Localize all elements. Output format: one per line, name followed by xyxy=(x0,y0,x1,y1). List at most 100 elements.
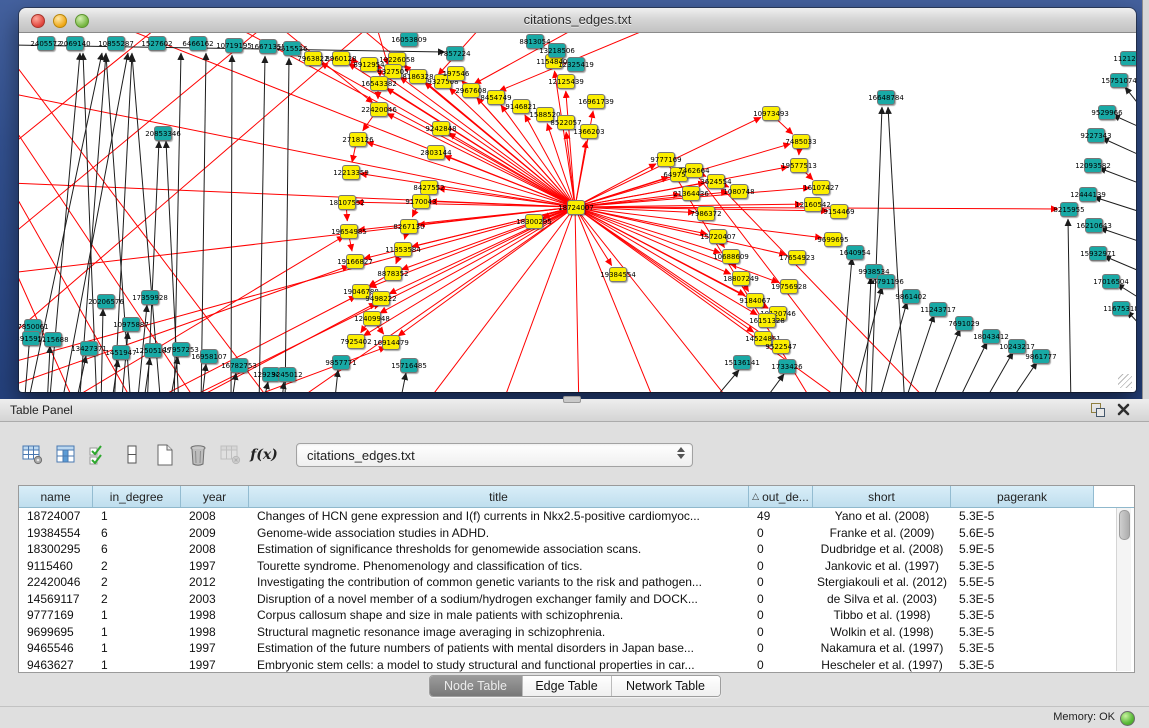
graph-node[interactable]: 19654985 xyxy=(340,224,358,239)
graph-node[interactable]: 1640954 xyxy=(846,245,864,260)
graph-node[interactable]: 7485033 xyxy=(792,134,810,149)
graph-node[interactable]: 8522057 xyxy=(557,115,575,130)
graph-node[interactable]: 15932971 xyxy=(1089,246,1107,261)
graph-node[interactable]: 9861402 xyxy=(902,289,920,304)
graph-node[interactable]: 18043412 xyxy=(982,329,1000,344)
graph-node[interactable]: 9699695 xyxy=(824,232,842,247)
graph-node[interactable]: 17016504 xyxy=(1102,274,1120,289)
graph-node[interactable]: 11243717 xyxy=(929,302,947,317)
row-selection-button[interactable] xyxy=(86,442,112,468)
graph-node[interactable]: 8912954 xyxy=(360,57,378,72)
import-table-button[interactable] xyxy=(218,442,244,468)
scrollbar-thumb[interactable] xyxy=(1119,510,1130,540)
graph-node[interactable]: 10975887 xyxy=(122,317,140,332)
graph-node[interactable]: 8960128 xyxy=(332,51,350,66)
graph-node[interactable]: 9154469 xyxy=(830,204,848,219)
table-row[interactable]: 911546021997Tourette syndrome. Phenomeno… xyxy=(19,558,1134,575)
graph-node[interactable]: 10719195 xyxy=(225,38,243,53)
tab-network-table[interactable]: Network Table xyxy=(612,676,720,696)
graph-node[interactable]: 9227343 xyxy=(1087,128,1105,143)
delete-column-button[interactable] xyxy=(185,442,211,468)
graph-node[interactable]: 7462664 xyxy=(685,163,703,178)
graph-node[interactable]: 16791196 xyxy=(877,274,895,289)
graph-node[interactable]: 6466162 xyxy=(189,36,207,51)
graph-node[interactable]: 1733426 xyxy=(778,359,796,374)
table-row[interactable]: 1830029562008Estimation of significance … xyxy=(19,541,1134,558)
graph-node[interactable]: 2967608 xyxy=(462,83,480,98)
graph-node[interactable]: 21364436 xyxy=(682,186,700,201)
graph-node[interactable]: 8186328 xyxy=(409,69,427,84)
graph-node[interactable]: 16958107 xyxy=(200,349,218,364)
table-row[interactable]: 1456911722003Disruption of a novel membe… xyxy=(19,591,1134,608)
graph-node[interactable]: 9777169 xyxy=(657,152,675,167)
graph-node[interactable]: 16543382 xyxy=(370,76,388,91)
graph-node[interactable]: 9245012 xyxy=(278,367,296,382)
graph-node[interactable]: 19756928 xyxy=(780,279,798,294)
graph-node[interactable]: 13427371 xyxy=(80,341,98,356)
float-panel-icon[interactable] xyxy=(1091,403,1105,417)
new-column-button[interactable] xyxy=(152,442,178,468)
table-row[interactable]: 946362711997Embryonic stem cells: a mode… xyxy=(19,657,1134,674)
table-row[interactable]: 2242004622012Investigating the contribut… xyxy=(19,574,1134,591)
graph-node[interactable]: 18724007 xyxy=(567,200,585,215)
column-header-short[interactable]: short xyxy=(813,486,951,507)
function-builder-button[interactable]: f(x) xyxy=(251,442,277,468)
graph-node[interactable]: 15720407 xyxy=(709,229,727,244)
graph-node[interactable]: 9857771 xyxy=(332,355,350,370)
column-header-in_degree[interactable]: in_degree xyxy=(93,486,181,507)
graph-node[interactable]: 16151328 xyxy=(758,313,776,328)
graph-node[interactable]: 12409948 xyxy=(363,311,381,326)
table-row[interactable]: 1872400712008Changes of HCN gene express… xyxy=(19,508,1134,525)
graph-node[interactable]: 12213359 xyxy=(342,165,360,180)
column-header-name[interactable]: name xyxy=(19,486,93,507)
table-row[interactable]: 1938455462009Genome-wide association stu… xyxy=(19,525,1134,542)
graph-node[interactable]: 1121254 xyxy=(1120,51,1136,66)
table-row[interactable]: 946554611997Estimation of the future num… xyxy=(19,640,1134,657)
graph-node[interactable]: 9522547 xyxy=(772,339,790,354)
graph-node[interactable]: 8267130 xyxy=(400,219,418,234)
graph-node[interactable]: 10243217 xyxy=(1008,339,1026,354)
graph-node[interactable]: 1527602 xyxy=(148,36,166,51)
graph-node[interactable]: 20206576 xyxy=(97,294,115,309)
graph-node[interactable]: 3624554 xyxy=(707,174,725,189)
tab-edge-table[interactable]: Edge Table xyxy=(523,676,612,696)
graph-node[interactable]: 15716485 xyxy=(400,358,418,373)
close-panel-icon[interactable] xyxy=(1116,402,1131,417)
network-window[interactable]: citations_edges.txt 18724007796382289601… xyxy=(19,8,1136,392)
panel-splitter-handle[interactable] xyxy=(563,396,581,403)
graph-node[interactable]: 9861777 xyxy=(1032,349,1050,364)
graph-node[interactable]: 7963822 xyxy=(304,51,322,66)
graph-node[interactable]: 8215955 xyxy=(1060,202,1078,217)
graph-node[interactable]: 8427552 xyxy=(420,180,438,195)
graph-node[interactable]: 7691029 xyxy=(955,316,973,331)
table-row[interactable]: 977716911998Corpus callosum shape and si… xyxy=(19,607,1134,624)
graph-node[interactable]: 18807249 xyxy=(732,271,750,286)
graph-node[interactable]: 8454749 xyxy=(487,90,505,105)
tab-node-table[interactable]: Node Table xyxy=(430,676,523,696)
graph-node[interactable]: 12325419 xyxy=(567,57,585,72)
table-row[interactable]: 969969511998Structural magnetic resonanc… xyxy=(19,624,1134,641)
graph-node[interactable]: 1366203 xyxy=(580,124,598,139)
graph-node[interactable]: 10688609 xyxy=(722,249,740,264)
graph-node[interactable]: 16671355 xyxy=(259,39,277,54)
graph-node[interactable]: 16053809 xyxy=(400,33,418,47)
graph-node[interactable]: 16914479 xyxy=(382,335,400,350)
graph-node[interactable]: 17359928 xyxy=(141,290,159,305)
graph-node[interactable]: 16961739 xyxy=(587,94,605,109)
graph-node[interactable]: 7857224 xyxy=(446,46,464,61)
graph-node[interactable]: 17654923 xyxy=(788,250,806,265)
table-mode-button[interactable] xyxy=(20,442,46,468)
graph-node[interactable]: 10973493 xyxy=(762,106,780,121)
column-header-year[interactable]: year xyxy=(181,486,249,507)
graph-node[interactable]: 11675318 xyxy=(1112,301,1130,316)
graph-node[interactable]: 19166827 xyxy=(346,254,364,269)
graph-node[interactable]: 18300295 xyxy=(525,214,543,229)
graph-node[interactable]: 7515526 xyxy=(283,41,301,56)
graph-node[interactable]: 16107427 xyxy=(812,180,830,195)
graph-node[interactable]: 16782753 xyxy=(230,358,248,373)
graph-node[interactable]: 2069140 xyxy=(66,36,84,51)
graph-node[interactable]: 7925402 xyxy=(347,334,365,349)
graph-node[interactable]: 2718126 xyxy=(349,132,367,147)
merge-button[interactable] xyxy=(119,442,145,468)
graph-node[interactable]: 2803144 xyxy=(427,145,445,160)
